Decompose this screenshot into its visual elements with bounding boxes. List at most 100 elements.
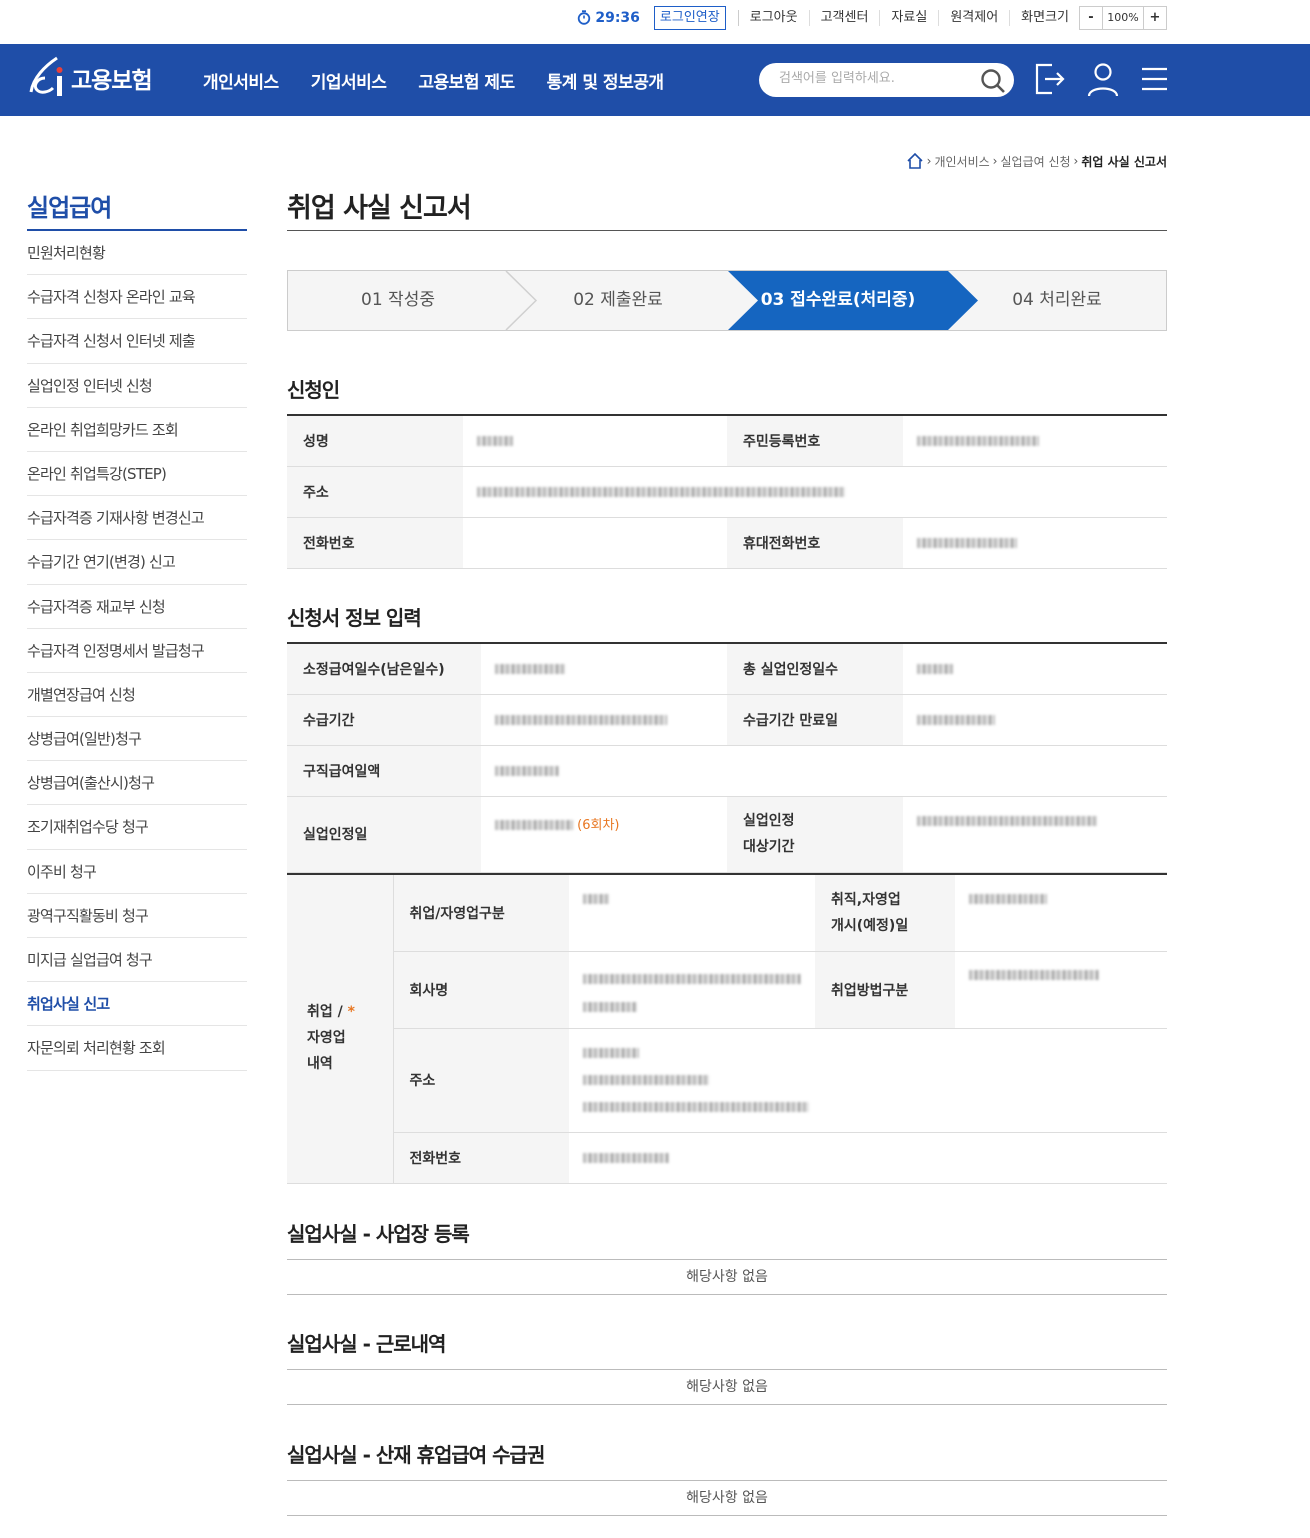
main-content: 취업 사실 신고서 01 작성중 02 제출완료 03 접수완료(처리중) 04… <box>287 180 1167 1516</box>
required-icon: * <box>347 1003 355 1020</box>
zoom-control: - 100% + <box>1079 5 1167 30</box>
menu-statistics[interactable]: 통계 및 정보공개 <box>547 68 664 93</box>
search-icon[interactable] <box>980 68 1006 94</box>
sidebar-item[interactable]: 수급자격 신청서 인터넷 제출 <box>27 319 247 364</box>
total-recognition-label: 총 실업인정일수 <box>727 643 903 695</box>
start-date-label: 취직,자영업 개시(예정)일 <box>815 874 955 952</box>
employment-type-label: 취업/자영업구분 <box>393 874 569 952</box>
ei-logo-icon <box>29 56 63 96</box>
logout-link[interactable]: 로그아웃 <box>737 9 809 26</box>
logout-icon[interactable] <box>1034 62 1066 96</box>
company-label: 회사명 <box>393 951 569 1029</box>
session-timer: 29:36 <box>577 10 640 26</box>
benefit-days-label: 소정급여일수(남은일수) <box>287 643 481 695</box>
daily-amount-label: 구직급여일액 <box>287 745 481 797</box>
page-title: 취업 사실 신고서 <box>287 180 1167 231</box>
benefit-period-label: 수급기간 <box>287 694 481 746</box>
step-completed: 04 처리완료 <box>1012 290 1102 310</box>
remote-control-link[interactable]: 원격제어 <box>938 9 1009 26</box>
menu-personal-service[interactable]: 개인서비스 <box>203 68 279 93</box>
sidebar-item[interactable]: 개별연장급여 신청 <box>27 673 247 718</box>
target-period-value <box>903 796 1167 873</box>
sidebar-item[interactable]: 미지급 실업급여 청구 <box>27 938 247 983</box>
company-phone-label: 전화번호 <box>393 1132 569 1184</box>
sidebar-item[interactable]: 수급자격증 재교부 신청 <box>27 585 247 629</box>
step-submitted: 02 제출완료 <box>573 290 663 310</box>
sidebar-item[interactable]: 조기재취업수당 청구 <box>27 805 247 850</box>
workplace-empty: 해당사항 없음 <box>287 1259 1167 1295</box>
sidebar-item[interactable]: 수급자격 인정명세서 발급청구 <box>27 629 247 673</box>
chevron-right-icon: › <box>992 154 998 168</box>
applicant-section-title: 신청인 <box>287 378 340 402</box>
breadcrumb-item[interactable]: 개인서비스 <box>934 153 989 170</box>
sidebar-item[interactable]: 온라인 취업희망카드 조회 <box>27 408 247 452</box>
search-box <box>759 63 1014 97</box>
period-expire-label: 수급기간 만료일 <box>727 694 903 746</box>
period-expire-value <box>903 694 1167 746</box>
phone-value <box>463 517 727 569</box>
zoom-out-button[interactable]: - <box>1080 7 1102 29</box>
customer-center-link[interactable]: 고객센터 <box>808 9 880 26</box>
mobile-label: 휴대전화번호 <box>727 517 903 569</box>
sidebar-item[interactable]: 실업인정 인터넷 신청 <box>27 364 247 408</box>
main-header: 고용보험 개인서비스 기업서비스 고용보험 제도 통계 및 정보공개 <box>0 44 1310 116</box>
hamburger-menu-icon[interactable] <box>1141 66 1168 92</box>
recognition-date-value: (6회차) <box>481 796 727 873</box>
sidebar-item[interactable]: 수급기간 연기(변경) 신고 <box>27 540 247 585</box>
home-icon[interactable] <box>906 152 924 170</box>
workplace-section-title: 실업사실 - 사업장 등록 <box>287 1222 470 1246</box>
sidebar-item[interactable]: 이주비 청구 <box>27 850 247 894</box>
employment-method-label: 취업방법구분 <box>815 951 955 1029</box>
utility-bar: 29:36 로그인연장 로그아웃 고객센터 자료실 원격제어 화면크기 - 10… <box>0 0 1310 44</box>
industrial-accident-empty: 해당사항 없음 <box>287 1480 1167 1516</box>
sidebar-item[interactable]: 상병급여(일반)청구 <box>27 717 247 762</box>
main-menu: 개인서비스 기업서비스 고용보험 제도 통계 및 정보공개 <box>203 68 696 93</box>
company-value <box>569 951 815 1029</box>
sidebar-item[interactable]: 민원처리현황 <box>27 231 247 276</box>
applicant-table: 성명 주민등록번호 주소 전화번호 휴대전화번호 <box>287 414 1167 569</box>
company-address-label: 주소 <box>393 1028 569 1133</box>
timer-value: 29:36 <box>595 9 640 26</box>
sidebar-item[interactable]: 수급자격증 기재사항 변경신고 <box>27 496 247 541</box>
employment-type-value <box>569 874 815 952</box>
zoom-in-button[interactable]: + <box>1144 7 1166 29</box>
phone-label: 전화번호 <box>287 517 463 569</box>
sidebar-item[interactable]: 광역구직활동비 청구 <box>27 894 247 938</box>
user-icon[interactable] <box>1086 62 1120 98</box>
timer-icon <box>578 10 591 25</box>
sidebar-item[interactable]: 상병급여(출산시)청구 <box>27 761 247 806</box>
chevron-right-icon: › <box>1073 154 1079 168</box>
daily-amount-value <box>481 745 1167 797</box>
application-section-title: 신청서 정보 입력 <box>287 606 422 630</box>
rrn-value <box>903 415 1167 467</box>
site-logo[interactable]: 고용보험 <box>27 56 153 100</box>
name-value <box>463 415 727 467</box>
application-table: 소정급여일수(남은일수) 총 실업인정일수 수급기간 수급기간 만료일 구직급여… <box>287 642 1167 873</box>
name-label: 성명 <box>287 415 463 467</box>
menu-insurance-system[interactable]: 고용보험 제도 <box>418 68 515 93</box>
work-history-empty: 해당사항 없음 <box>287 1369 1167 1405</box>
login-extend-button[interactable]: 로그인연장 <box>653 5 726 30</box>
mobile-value <box>903 517 1167 569</box>
sidebar-item[interactable]: 자문의뢰 처리현황 조회 <box>27 1026 247 1071</box>
recognition-round: (6회차) <box>577 817 620 833</box>
breadcrumb-current: 취업 사실 신고서 <box>1081 154 1167 169</box>
archive-link[interactable]: 자료실 <box>879 9 938 26</box>
breadcrumb-item[interactable]: 실업급여 신청 <box>1000 153 1070 170</box>
work-history-section-title: 실업사실 - 근로내역 <box>287 1332 446 1356</box>
address-label: 주소 <box>287 466 463 518</box>
company-phone-value <box>569 1132 1167 1184</box>
employment-method-value <box>955 951 1167 1029</box>
recognition-date-label: 실업인정일 <box>287 796 481 873</box>
sidebar-item[interactable]: 온라인 취업특강(STEP) <box>27 452 247 497</box>
sidebar-item[interactable]: 취업사실 신고 <box>27 982 247 1027</box>
chevron-right-icon: › <box>926 154 932 168</box>
screen-size-label: 화면크기 <box>1009 9 1079 26</box>
sidebar: 실업급여 민원처리현황 수급자격 신청자 온라인 교육 수급자격 신청서 인터넷 제… <box>27 188 247 1071</box>
employment-group-label: 취업 / * 자영업 내역 <box>287 874 394 1184</box>
step-received: 03 접수완료(처리중) <box>760 290 916 310</box>
sidebar-item[interactable]: 수급자격 신청자 온라인 교육 <box>27 275 247 320</box>
search-input[interactable] <box>779 71 969 86</box>
menu-corporate-service[interactable]: 기업서비스 <box>311 68 387 93</box>
address-value <box>463 466 1167 518</box>
